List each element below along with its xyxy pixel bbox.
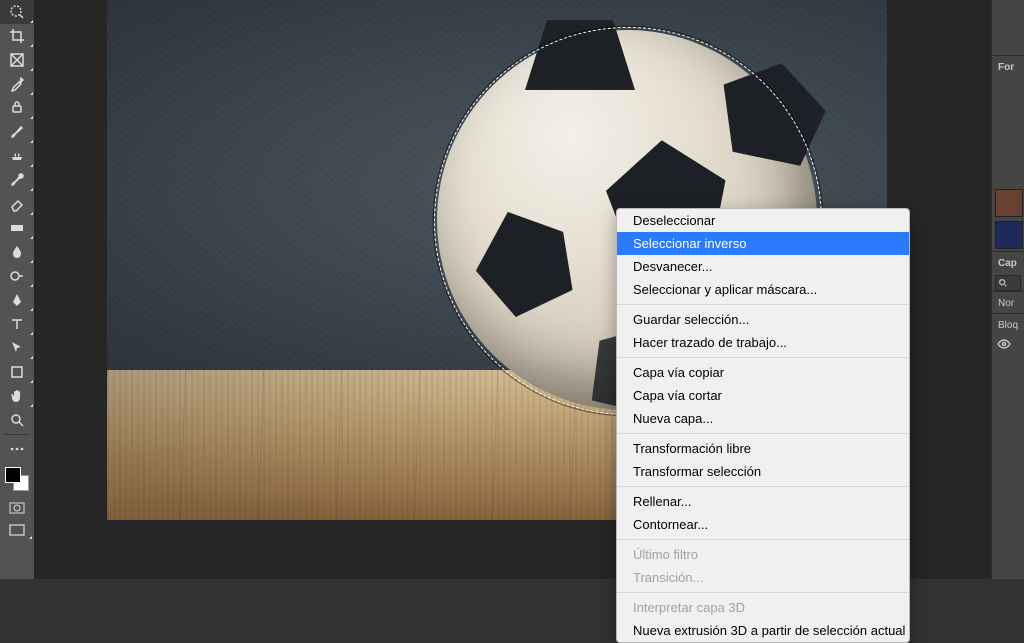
ctx-interpret-3d: Interpretar capa 3D: [617, 596, 909, 619]
ctx-free-transform[interactable]: Transformación libre: [617, 437, 909, 460]
ctx-sep: [617, 433, 909, 434]
crop-tool[interactable]: [0, 24, 34, 48]
ctx-deselect[interactable]: Deseleccionar: [617, 209, 909, 232]
zoom-tool[interactable]: [0, 408, 34, 432]
ctx-stroke[interactable]: Contornear...: [617, 513, 909, 536]
ctx-sep: [617, 539, 909, 540]
panel-blendmode-trunc[interactable]: Nor: [992, 291, 1024, 313]
edit-toolbar-icon[interactable]: [0, 437, 34, 461]
ctx-last-filter: Último filtro: [617, 543, 909, 566]
quick-mask-toggle[interactable]: [0, 497, 34, 519]
eyedropper-tool[interactable]: [0, 72, 34, 96]
color-swatches[interactable]: [5, 467, 29, 491]
type-tool[interactable]: [0, 312, 34, 336]
shape-tool[interactable]: [0, 360, 34, 384]
left-toolbar: [0, 0, 35, 579]
layer-visibility-eye-icon[interactable]: [997, 339, 1024, 349]
right-dock: For Cap Nor Bloq: [991, 0, 1024, 579]
toolbar-separator: [4, 434, 30, 435]
brush-tool[interactable]: [0, 120, 34, 144]
healing-brush-tool[interactable]: [0, 96, 34, 120]
path-selection-tool[interactable]: [0, 336, 34, 360]
ctx-new-layer[interactable]: Nueva capa...: [617, 407, 909, 430]
ctx-transform-selection[interactable]: Transformar selección: [617, 460, 909, 483]
clone-stamp-tool[interactable]: [0, 144, 34, 168]
ctx-make-work-path[interactable]: Hacer trazado de trabajo...: [617, 331, 909, 354]
ctx-select-inverse[interactable]: Seleccionar inverso: [617, 232, 909, 255]
ctx-layer-via-cut[interactable]: Capa vía cortar: [617, 384, 909, 407]
gradient-tool[interactable]: [0, 216, 34, 240]
ctx-new-3d-extrusion[interactable]: Nueva extrusión 3D a partir de selección…: [617, 619, 909, 642]
panel-thumb-2[interactable]: [995, 221, 1023, 249]
ctx-fill[interactable]: Rellenar...: [617, 490, 909, 513]
dodge-tool[interactable]: [0, 264, 34, 288]
frame-tool[interactable]: [0, 48, 34, 72]
ctx-sep: [617, 486, 909, 487]
quick-selection-tool[interactable]: [0, 0, 34, 24]
panel-label-shapes: For: [992, 55, 1024, 77]
ctx-sep: [617, 357, 909, 358]
foreground-color-swatch[interactable]: [5, 467, 21, 483]
panel-lock-trunc: Bloq: [992, 313, 1024, 335]
panel-thumb[interactable]: [995, 189, 1023, 217]
ctx-transition: Transición...: [617, 566, 909, 589]
context-menu: Deseleccionar Seleccionar inverso Desvan…: [616, 208, 910, 643]
layers-search-icon[interactable]: [995, 275, 1021, 291]
eraser-tool[interactable]: [0, 192, 34, 216]
pen-tool[interactable]: [0, 288, 34, 312]
blur-tool[interactable]: [0, 240, 34, 264]
history-brush-tool[interactable]: [0, 168, 34, 192]
ctx-fade[interactable]: Desvanecer...: [617, 255, 909, 278]
ctx-save-selection[interactable]: Guardar selección...: [617, 308, 909, 331]
ctx-select-and-mask[interactable]: Seleccionar y aplicar máscara...: [617, 278, 909, 301]
ctx-sep: [617, 592, 909, 593]
hand-tool[interactable]: [0, 384, 34, 408]
screen-mode-toggle[interactable]: [0, 519, 34, 541]
ctx-sep: [617, 304, 909, 305]
panel-label-layers[interactable]: Cap: [992, 251, 1024, 273]
ctx-layer-via-copy[interactable]: Capa vía copiar: [617, 361, 909, 384]
